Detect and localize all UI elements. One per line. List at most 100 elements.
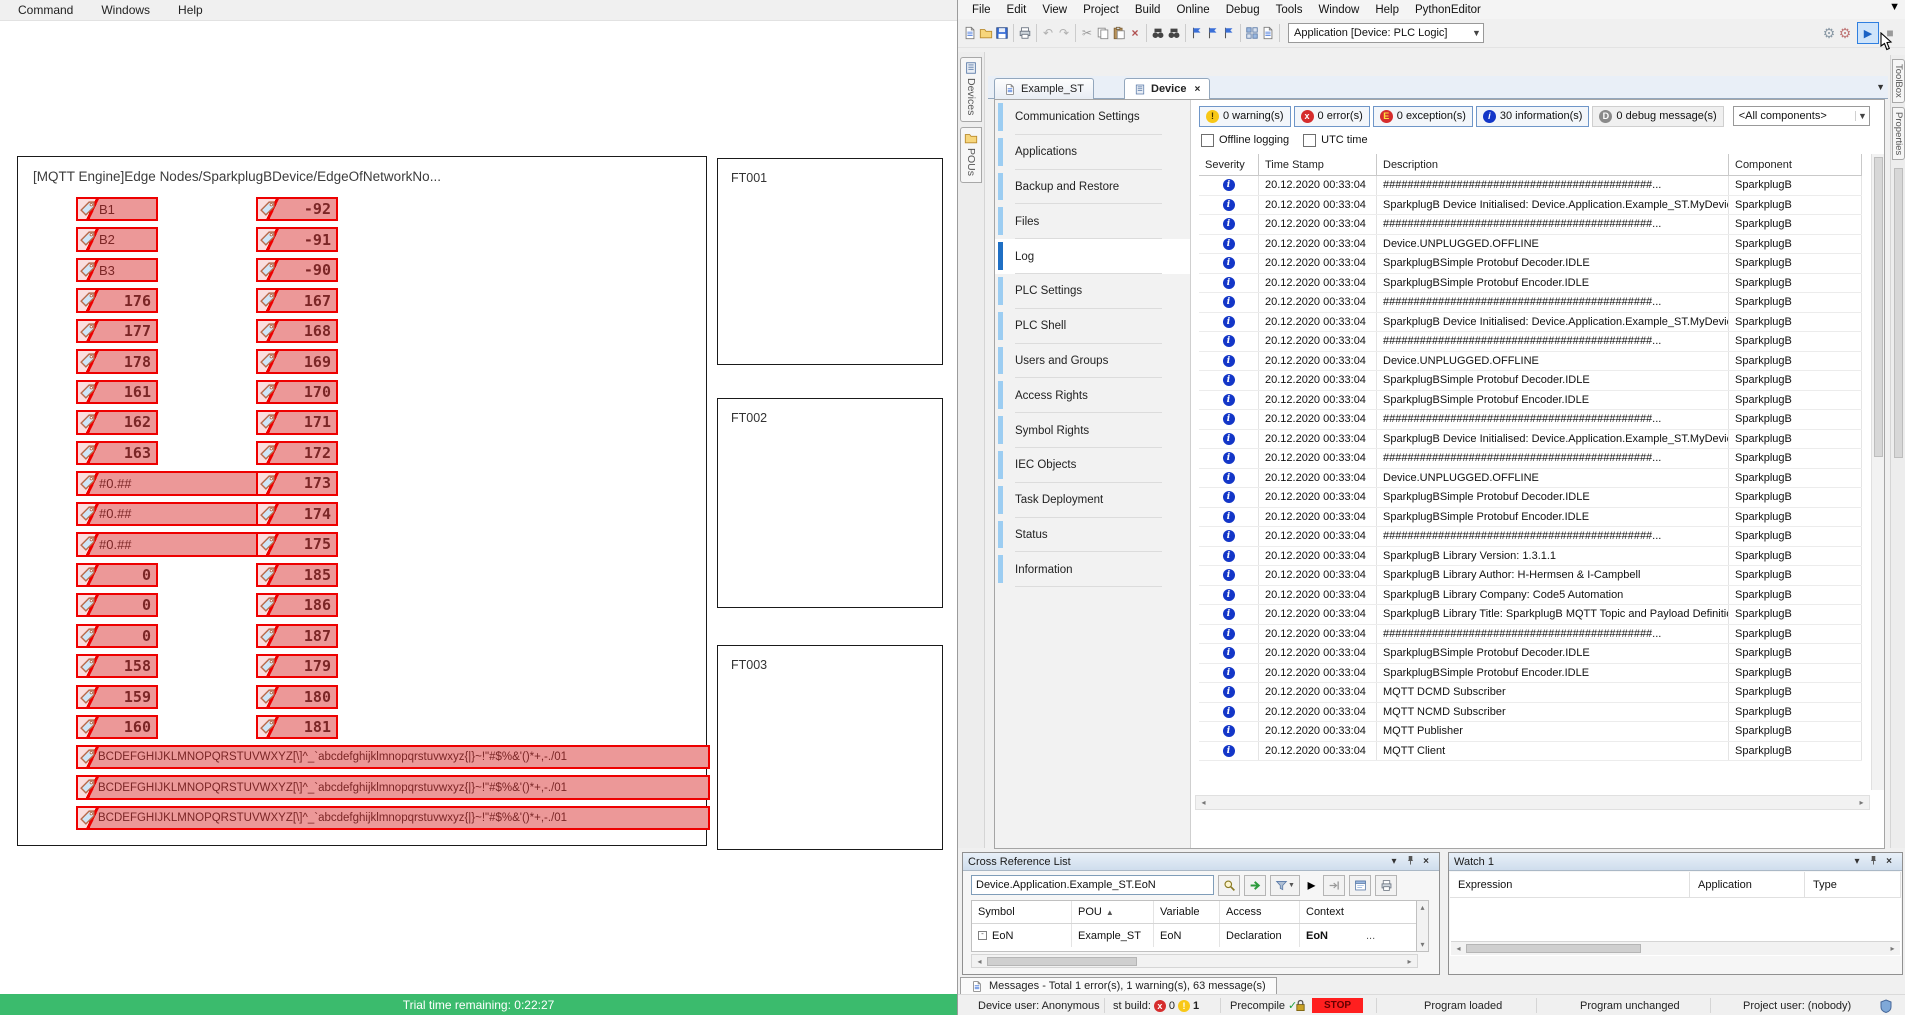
xref-cell-variable[interactable]: EoN: [1154, 924, 1220, 947]
find-icon[interactable]: [1150, 24, 1166, 42]
xref-col-variable[interactable]: Variable: [1154, 901, 1220, 923]
sidebar-item-task-deployment[interactable]: Task Deployment: [995, 483, 1190, 518]
log-row[interactable]: i20.12.2020 00:33:04Device.UNPLUGGED.OFF…: [1199, 235, 1862, 255]
delete-icon[interactable]: ×: [1127, 24, 1143, 42]
save-icon[interactable]: [994, 24, 1010, 42]
log-row[interactable]: i20.12.2020 00:33:04SparkplugBSimple Pro…: [1199, 664, 1862, 684]
new-file-icon[interactable]: [962, 24, 978, 42]
app-selector-caret-icon[interactable]: ▼: [1470, 28, 1483, 38]
menu-item-tools[interactable]: Tools: [1268, 4, 1311, 16]
sidebar-item-access-rights[interactable]: Access Rights: [995, 378, 1190, 413]
cross-reference-search-input[interactable]: Device.Application.Example_ST.EoN: [971, 875, 1214, 895]
xref-cell-symbol[interactable]: - EoN: [972, 924, 1072, 947]
log-col-description[interactable]: Description: [1377, 154, 1729, 175]
offline-logging-checkbox-box[interactable]: [1201, 134, 1214, 147]
sidebar-item-plc-shell[interactable]: PLC Shell: [995, 309, 1190, 344]
menu-item-window[interactable]: Window: [1310, 4, 1367, 16]
login-icon[interactable]: ⚙: [1821, 24, 1837, 42]
log-row[interactable]: i20.12.2020 00:33:04####################…: [1199, 625, 1862, 645]
log-row[interactable]: i20.12.2020 00:33:04SparkplugBSimple Pro…: [1199, 254, 1862, 274]
log-row[interactable]: i20.12.2020 00:33:04####################…: [1199, 449, 1862, 469]
tab-device[interactable]: Device ×: [1124, 78, 1210, 99]
indent-button[interactable]: [1323, 875, 1345, 896]
log-row[interactable]: i20.12.2020 00:33:04SparkplugBSimple Pro…: [1199, 274, 1862, 294]
start-button[interactable]: ▶: [1857, 22, 1879, 44]
xref-col-symbol[interactable]: Symbol: [972, 901, 1072, 923]
log-row[interactable]: i20.12.2020 00:33:04SparkplugBSimple Pro…: [1199, 488, 1862, 508]
go-button[interactable]: [1244, 875, 1266, 896]
xref-col-access[interactable]: Access: [1220, 901, 1300, 923]
scroll-up-icon[interactable]: ▴: [1415, 903, 1430, 912]
filter-debug-button[interactable]: D0 debug message(s): [1592, 106, 1723, 127]
tree-collapse-icon[interactable]: -: [978, 931, 987, 940]
filter-warning-button[interactable]: !0 warning(s): [1199, 106, 1291, 127]
scroll-right-icon[interactable]: ▸: [1854, 798, 1869, 807]
right-scrollbar-thumb[interactable]: [1894, 168, 1903, 458]
xref-cell-context[interactable]: EoN ...: [1300, 924, 1417, 947]
log-row[interactable]: i20.12.2020 00:33:04SparkplugBSimple Pro…: [1199, 371, 1862, 391]
sidebar-item-information[interactable]: Information: [995, 552, 1190, 587]
cut-icon[interactable]: ✂: [1079, 24, 1095, 42]
log-row[interactable]: i20.12.2020 00:33:04####################…: [1199, 332, 1862, 352]
menu-item-help[interactable]: Help: [1367, 4, 1407, 16]
menu-item-edit[interactable]: Edit: [999, 4, 1035, 16]
log-row[interactable]: i20.12.2020 00:33:04Device.UNPLUGGED.OFF…: [1199, 469, 1862, 489]
sidebar-item-iec-objects[interactable]: IEC Objects: [995, 448, 1190, 483]
log-row[interactable]: i20.12.2020 00:33:04SparkplugB Library T…: [1199, 605, 1862, 625]
dock-tab-properties[interactable]: Properties: [1892, 107, 1905, 160]
xref-col-context[interactable]: Context: [1300, 901, 1417, 923]
filter-exception-button[interactable]: E0 exception(s): [1373, 106, 1473, 127]
filter-error-button[interactable]: x0 error(s): [1294, 106, 1370, 127]
dock-tab-devices[interactable]: Devices: [960, 57, 982, 122]
log-col-component[interactable]: Component: [1729, 154, 1862, 175]
close-icon[interactable]: ×: [1418, 856, 1434, 867]
log-row[interactable]: i20.12.2020 00:33:04SparkplugB Device In…: [1199, 430, 1862, 450]
scroll-right-icon[interactable]: ▸: [1402, 957, 1417, 966]
menu-item-debug[interactable]: Debug: [1218, 4, 1268, 16]
logout-icon[interactable]: ⚙: [1837, 24, 1853, 42]
print-icon[interactable]: [1017, 24, 1033, 42]
build-icon[interactable]: [1244, 24, 1260, 42]
log-row[interactable]: i20.12.2020 00:33:04####################…: [1199, 410, 1862, 430]
sidebar-item-plc-settings[interactable]: PLC Settings: [995, 274, 1190, 309]
menu-item-project[interactable]: Project: [1075, 4, 1127, 16]
xref-cell-pou[interactable]: Example_ST: [1072, 924, 1154, 947]
log-row[interactable]: i20.12.2020 00:33:04SparkplugB Library C…: [1199, 586, 1862, 606]
menu-item-online[interactable]: Online: [1168, 4, 1217, 16]
panel-menu-caret-icon[interactable]: ▾: [1849, 856, 1865, 867]
panel-menu-caret-icon[interactable]: ▾: [1386, 856, 1402, 867]
search-button[interactable]: [1218, 875, 1240, 896]
watch-col-application[interactable]: Application: [1690, 872, 1805, 897]
watch-col-type[interactable]: Type: [1805, 872, 1901, 897]
log-row[interactable]: i20.12.2020 00:33:04SparkplugB Library A…: [1199, 566, 1862, 586]
dock-tab-pous[interactable]: POUs: [960, 127, 982, 183]
filter-information-button[interactable]: i30 information(s): [1476, 106, 1590, 127]
watch-hscroll-thumb[interactable]: [1466, 944, 1641, 953]
cross-reference-row[interactable]: - EoN Example_ST EoN Declaration EoN ...: [972, 924, 1417, 947]
filter-button[interactable]: ▼: [1270, 875, 1300, 896]
bookmark-next-icon[interactable]: [1221, 24, 1237, 42]
scroll-right-icon[interactable]: ▸: [1885, 944, 1900, 953]
new-object-icon[interactable]: [1260, 24, 1276, 42]
sidebar-item-applications[interactable]: Applications: [995, 135, 1190, 170]
watch-col-expression[interactable]: Expression: [1450, 872, 1690, 897]
sidebar-item-log[interactable]: Log: [995, 239, 1190, 274]
log-row[interactable]: i20.12.2020 00:33:04MQTT DCMD Subscriber…: [1199, 683, 1862, 703]
watch-horizontal-scrollbar[interactable]: ◂ ▸: [1451, 941, 1900, 955]
sidebar-item-users-and-groups[interactable]: Users and Groups: [995, 344, 1190, 379]
dropdown-caret-icon[interactable]: ▼: [1855, 111, 1869, 121]
bookmark-icon[interactable]: [1189, 24, 1205, 42]
log-row[interactable]: i20.12.2020 00:33:04SparkplugBSimple Pro…: [1199, 508, 1862, 528]
scroll-left-icon[interactable]: ◂: [972, 957, 987, 966]
expand-button[interactable]: ▸: [1304, 875, 1319, 896]
log-horizontal-scrollbar[interactable]: ◂ ▸: [1195, 795, 1870, 810]
open-file-icon[interactable]: [978, 24, 994, 42]
menu-item-build[interactable]: Build: [1127, 4, 1169, 16]
log-row[interactable]: i20.12.2020 00:33:04SparkplugB Library V…: [1199, 547, 1862, 567]
components-filter-dropdown[interactable]: <All components>▼: [1733, 106, 1870, 126]
log-row[interactable]: i20.12.2020 00:33:04####################…: [1199, 176, 1862, 196]
tab-list-caret-icon[interactable]: ▼: [1876, 82, 1885, 92]
paste-icon[interactable]: [1111, 24, 1127, 42]
xref-cell-access[interactable]: Declaration: [1220, 924, 1300, 947]
dock-tab-toolbox[interactable]: ToolBox: [1892, 59, 1905, 103]
